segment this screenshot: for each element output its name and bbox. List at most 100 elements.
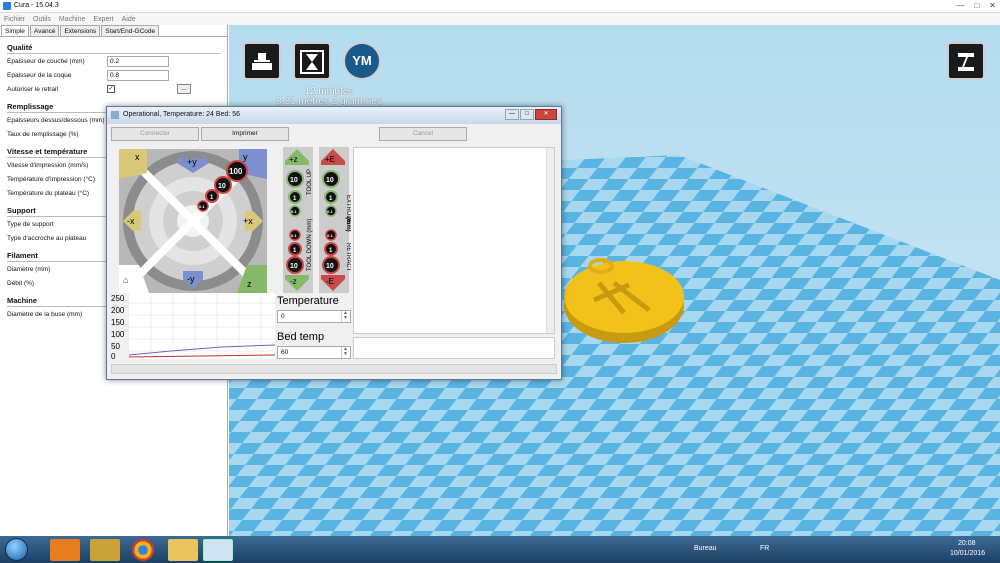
start-button[interactable] (5, 538, 28, 561)
load-tray-icon (252, 53, 272, 70)
youmagine-button[interactable]: YM (343, 42, 381, 80)
home-y-label: y (243, 152, 248, 162)
xy-jog-control[interactable]: +y -y -x +x x y ⌂ z 100 10 1 0.1 (119, 149, 267, 293)
cura-app-icon (3, 2, 11, 10)
step-100-label: 100 (229, 167, 243, 176)
layer-height-label: Epaisseur de couche (mm) (7, 57, 85, 65)
print-button[interactable]: Imprimer (201, 127, 289, 141)
graph-ytick-50: 50 (111, 342, 120, 351)
print-estimate: 12 minutes 0.31 mètres 2 grammes (249, 87, 409, 107)
tray-clock-date[interactable]: 10/01/2016 (950, 550, 985, 557)
adhesion-type-label: Type d'accroche au plateau (7, 234, 87, 242)
tray-bureau-label[interactable]: Bureau (694, 545, 717, 552)
window-title: Cura - 15.04.3 (14, 2, 59, 9)
step-01-label: 0.1 (199, 204, 205, 209)
filament-diameter-label: Diamètre (mm) (7, 265, 51, 273)
dialog-icon (111, 111, 119, 119)
top-bottom-label: Epaisseurs dessus/dessous (mm) (7, 116, 105, 124)
menu-outils[interactable]: Outils (33, 16, 51, 23)
retraction-settings-button[interactable]: ... (177, 84, 191, 94)
y-minus-label: -y (187, 274, 195, 284)
layer-height-input[interactable] (107, 55, 169, 67)
view-mode-icon (958, 53, 974, 71)
tab-simple[interactable]: Simple (1, 25, 29, 36)
bed-temp-value: 60 (281, 349, 289, 356)
tray-clock-time[interactable]: 20:08 (958, 540, 976, 547)
menu-bar: Fichier Outils Machine Expert Aide (0, 13, 1000, 25)
z-up-01-label: 0.1 (291, 209, 297, 214)
dialog-minimize-button[interactable]: — (505, 109, 519, 120)
home-z-label: z (247, 279, 252, 289)
section-quality-heading: Qualité (7, 43, 220, 54)
menu-aide[interactable]: Aide (122, 16, 136, 23)
taskbar-cura-icon[interactable] (203, 539, 233, 561)
graph-ytick-250: 250 (111, 294, 125, 303)
z-minus-label: -z (290, 277, 297, 286)
dialog-close-button[interactable]: ✕ (535, 109, 557, 120)
temperature-label: Temperature (277, 295, 339, 307)
retraction-checkbox[interactable]: ✓ (107, 85, 115, 93)
y-plus-label: +y (187, 157, 197, 167)
close-button[interactable]: ✕ (989, 1, 996, 10)
tab-avance[interactable]: Avancé (29, 25, 60, 36)
bed-temp-label: Bed temp (277, 331, 325, 343)
connect-button[interactable]: Connecter (111, 127, 199, 141)
system-tray: Bureau FR 20:08 10/01/2016 (680, 536, 1000, 563)
view-mode-button[interactable] (947, 42, 985, 80)
x-plus-label: +x (243, 216, 253, 226)
tool-up-label: TOOL UP (307, 169, 313, 195)
cancel-button[interactable]: Cancel (379, 127, 467, 141)
z-plus-label: +z (289, 155, 298, 164)
tab-extensions[interactable]: Extensions (60, 25, 101, 36)
windows-taskbar: Bureau FR 20:08 10/01/2016 (0, 536, 1000, 563)
support-type-label: Type de support (7, 220, 54, 228)
log-scrollbar[interactable] (546, 148, 554, 333)
load-model-button[interactable] (243, 42, 281, 80)
tab-start-end-gcode[interactable]: Start/End-GCode (101, 25, 160, 36)
temperature-input[interactable]: 0 ▲ ▼ (277, 310, 351, 323)
terminal-log[interactable] (353, 147, 555, 334)
e-minus-01-label: 0.1 (327, 233, 333, 238)
taskbar-explorer-icon[interactable] (168, 539, 198, 561)
e-minus-10-label: 10 (326, 263, 334, 270)
x-minus-label: -x (127, 216, 135, 226)
dialog-statusbar (111, 364, 557, 374)
graph-ytick-0: 0 (111, 352, 116, 359)
z-down-01-label: 0.1 (291, 233, 297, 238)
dialog-maximize-button[interactable]: □ (520, 109, 534, 120)
maximize-button[interactable]: □ (974, 1, 979, 10)
tray-language-label[interactable]: FR (760, 545, 769, 552)
command-input[interactable] (353, 337, 555, 359)
bed-temp-spinner[interactable]: ▲ ▼ (341, 347, 349, 358)
z-extrude-control[interactable]: +z -z +E -E 10 1 0.1 0.1 1 10 10 1 0.1 0… (283, 147, 351, 293)
z-up-10-label: 10 (290, 177, 298, 184)
shell-thickness-input[interactable] (107, 69, 169, 81)
dialog-title: Operational, Temperature: 24 Bed: 56 (123, 111, 241, 118)
temperature-value: 0 (281, 313, 285, 320)
e-plus-label: +E (325, 155, 335, 164)
temperature-spinner[interactable]: ▲ ▼ (341, 311, 349, 322)
nozzle-size-label: Diamètre de la buse (mm) (7, 310, 83, 318)
print-temp-label: Température d'impression (°C) (7, 175, 96, 183)
retraction-label: Autoriser le retrait (7, 85, 59, 93)
menu-expert[interactable]: Expert (93, 16, 113, 23)
menu-machine[interactable]: Machine (59, 16, 85, 23)
taskbar-tool-icon[interactable] (90, 539, 120, 561)
printer-control-dialog: Operational, Temperature: 24 Bed: 56 — □… (106, 106, 562, 380)
bed-temp-input[interactable]: 60 ▲ ▼ (277, 346, 351, 359)
e-plus-10-label: 10 (326, 177, 334, 184)
taskbar-media-player-icon[interactable] (50, 539, 80, 561)
fill-density-label: Taux de remplissage (%) (7, 130, 79, 138)
flow-label: Débit (%) (7, 279, 35, 287)
shell-thickness-label: Epaisseur de la coque (7, 71, 72, 79)
graph-ytick-100: 100 (111, 330, 125, 339)
taskbar-chrome-icon[interactable] (132, 539, 154, 561)
save-toolpath-button[interactable] (293, 42, 331, 80)
menu-fichier[interactable]: Fichier (4, 16, 25, 23)
graph-ytick-150: 150 (111, 318, 125, 327)
minimize-button[interactable]: — (956, 1, 964, 10)
e-plus-01-label: 0.1 (327, 209, 333, 214)
graph-ytick-200: 200 (111, 306, 125, 315)
keychain-model[interactable] (564, 258, 684, 343)
e-minus-label: -E (326, 277, 334, 286)
